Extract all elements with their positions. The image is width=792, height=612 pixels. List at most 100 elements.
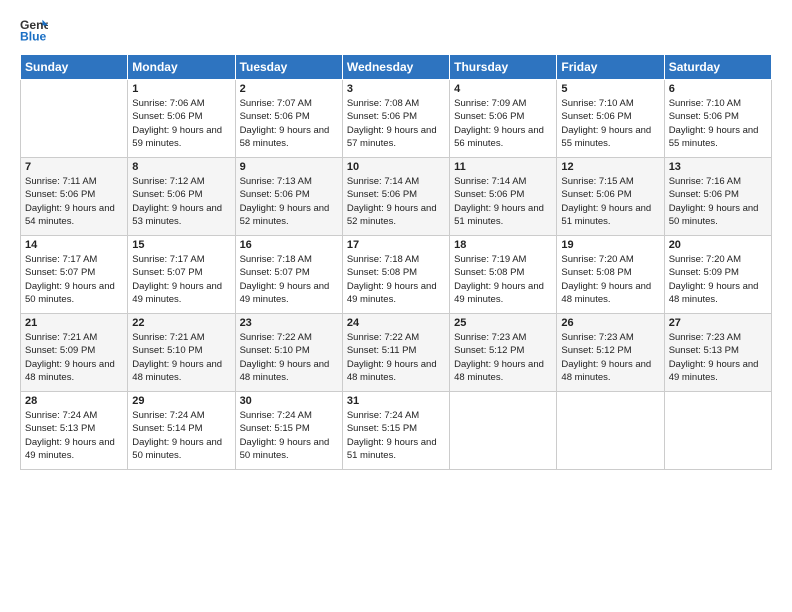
sunrise-text: Sunrise: 7:21 AM xyxy=(132,331,230,344)
sunrise-text: Sunrise: 7:23 AM xyxy=(669,331,767,344)
sunrise-text: Sunrise: 7:23 AM xyxy=(454,331,552,344)
daylight-text: Daylight: 9 hours and 52 minutes. xyxy=(347,202,445,229)
daylight-text: Daylight: 9 hours and 55 minutes. xyxy=(561,124,659,151)
daylight-text: Daylight: 9 hours and 57 minutes. xyxy=(347,124,445,151)
daylight-text: Daylight: 9 hours and 48 minutes. xyxy=(561,280,659,307)
day-number: 24 xyxy=(347,317,445,329)
daylight-text: Daylight: 9 hours and 48 minutes. xyxy=(454,358,552,385)
day-number: 23 xyxy=(240,317,338,329)
daylight-text: Daylight: 9 hours and 49 minutes. xyxy=(240,280,338,307)
day-number: 26 xyxy=(561,317,659,329)
day-number: 6 xyxy=(669,83,767,95)
sunrise-text: Sunrise: 7:24 AM xyxy=(25,409,123,422)
calendar-cell: 24 Sunrise: 7:22 AM Sunset: 5:11 PM Dayl… xyxy=(342,314,449,392)
day-number: 1 xyxy=(132,83,230,95)
calendar-cell: 12 Sunrise: 7:15 AM Sunset: 5:06 PM Dayl… xyxy=(557,158,664,236)
sunset-text: Sunset: 5:06 PM xyxy=(132,188,230,201)
daylight-text: Daylight: 9 hours and 50 minutes. xyxy=(669,202,767,229)
daylight-text: Daylight: 9 hours and 48 minutes. xyxy=(240,358,338,385)
week-row-3: 14 Sunrise: 7:17 AM Sunset: 5:07 PM Dayl… xyxy=(21,236,772,314)
sunset-text: Sunset: 5:07 PM xyxy=(132,266,230,279)
daylight-text: Daylight: 9 hours and 48 minutes. xyxy=(25,358,123,385)
daylight-text: Daylight: 9 hours and 51 minutes. xyxy=(347,436,445,463)
daylight-text: Daylight: 9 hours and 51 minutes. xyxy=(561,202,659,229)
sunrise-text: Sunrise: 7:24 AM xyxy=(347,409,445,422)
logo: General Blue xyxy=(20,16,52,44)
daylight-text: Daylight: 9 hours and 48 minutes. xyxy=(347,358,445,385)
sunset-text: Sunset: 5:06 PM xyxy=(669,188,767,201)
calendar-cell: 3 Sunrise: 7:08 AM Sunset: 5:06 PM Dayli… xyxy=(342,80,449,158)
header-sunday: Sunday xyxy=(21,55,128,80)
header-wednesday: Wednesday xyxy=(342,55,449,80)
sunset-text: Sunset: 5:07 PM xyxy=(240,266,338,279)
page: General Blue SundayMondayTuesdayWednesda… xyxy=(0,0,792,612)
sunrise-text: Sunrise: 7:19 AM xyxy=(454,253,552,266)
sunrise-text: Sunrise: 7:09 AM xyxy=(454,97,552,110)
sunrise-text: Sunrise: 7:20 AM xyxy=(669,253,767,266)
day-number: 15 xyxy=(132,239,230,251)
header-monday: Monday xyxy=(128,55,235,80)
daylight-text: Daylight: 9 hours and 49 minutes. xyxy=(347,280,445,307)
daylight-text: Daylight: 9 hours and 59 minutes. xyxy=(132,124,230,151)
calendar-cell xyxy=(450,392,557,470)
day-number: 5 xyxy=(561,83,659,95)
daylight-text: Daylight: 9 hours and 50 minutes. xyxy=(240,436,338,463)
sunrise-text: Sunrise: 7:14 AM xyxy=(347,175,445,188)
day-number: 25 xyxy=(454,317,552,329)
calendar-cell: 8 Sunrise: 7:12 AM Sunset: 5:06 PM Dayli… xyxy=(128,158,235,236)
calendar-cell: 17 Sunrise: 7:18 AM Sunset: 5:08 PM Dayl… xyxy=(342,236,449,314)
calendar-cell xyxy=(557,392,664,470)
daylight-text: Daylight: 9 hours and 56 minutes. xyxy=(454,124,552,151)
header-saturday: Saturday xyxy=(664,55,771,80)
calendar-cell: 28 Sunrise: 7:24 AM Sunset: 5:13 PM Dayl… xyxy=(21,392,128,470)
day-number: 7 xyxy=(25,161,123,173)
sunrise-text: Sunrise: 7:18 AM xyxy=(347,253,445,266)
day-number: 22 xyxy=(132,317,230,329)
sunset-text: Sunset: 5:13 PM xyxy=(669,344,767,357)
calendar-cell: 4 Sunrise: 7:09 AM Sunset: 5:06 PM Dayli… xyxy=(450,80,557,158)
day-number: 8 xyxy=(132,161,230,173)
daylight-text: Daylight: 9 hours and 48 minutes. xyxy=(669,280,767,307)
calendar-cell: 19 Sunrise: 7:20 AM Sunset: 5:08 PM Dayl… xyxy=(557,236,664,314)
header-friday: Friday xyxy=(557,55,664,80)
sunset-text: Sunset: 5:10 PM xyxy=(132,344,230,357)
sunrise-text: Sunrise: 7:15 AM xyxy=(561,175,659,188)
sunset-text: Sunset: 5:07 PM xyxy=(25,266,123,279)
daylight-text: Daylight: 9 hours and 53 minutes. xyxy=(132,202,230,229)
sunset-text: Sunset: 5:06 PM xyxy=(454,110,552,123)
calendar-cell: 1 Sunrise: 7:06 AM Sunset: 5:06 PM Dayli… xyxy=(128,80,235,158)
day-number: 29 xyxy=(132,395,230,407)
sunset-text: Sunset: 5:13 PM xyxy=(25,422,123,435)
daylight-text: Daylight: 9 hours and 49 minutes. xyxy=(25,436,123,463)
day-number: 14 xyxy=(25,239,123,251)
day-number: 30 xyxy=(240,395,338,407)
calendar-cell: 13 Sunrise: 7:16 AM Sunset: 5:06 PM Dayl… xyxy=(664,158,771,236)
calendar-cell: 2 Sunrise: 7:07 AM Sunset: 5:06 PM Dayli… xyxy=(235,80,342,158)
calendar-cell: 31 Sunrise: 7:24 AM Sunset: 5:15 PM Dayl… xyxy=(342,392,449,470)
sunset-text: Sunset: 5:08 PM xyxy=(454,266,552,279)
day-number: 2 xyxy=(240,83,338,95)
sunset-text: Sunset: 5:10 PM xyxy=(240,344,338,357)
svg-text:Blue: Blue xyxy=(20,29,47,43)
calendar-cell: 26 Sunrise: 7:23 AM Sunset: 5:12 PM Dayl… xyxy=(557,314,664,392)
calendar-cell xyxy=(21,80,128,158)
calendar-cell: 20 Sunrise: 7:20 AM Sunset: 5:09 PM Dayl… xyxy=(664,236,771,314)
daylight-text: Daylight: 9 hours and 55 minutes. xyxy=(669,124,767,151)
sunrise-text: Sunrise: 7:18 AM xyxy=(240,253,338,266)
sunrise-text: Sunrise: 7:10 AM xyxy=(669,97,767,110)
week-row-2: 7 Sunrise: 7:11 AM Sunset: 5:06 PM Dayli… xyxy=(21,158,772,236)
sunset-text: Sunset: 5:06 PM xyxy=(132,110,230,123)
calendar-header-row: SundayMondayTuesdayWednesdayThursdayFrid… xyxy=(21,55,772,80)
sunrise-text: Sunrise: 7:08 AM xyxy=(347,97,445,110)
sunrise-text: Sunrise: 7:13 AM xyxy=(240,175,338,188)
sunset-text: Sunset: 5:12 PM xyxy=(561,344,659,357)
day-number: 10 xyxy=(347,161,445,173)
calendar-cell: 11 Sunrise: 7:14 AM Sunset: 5:06 PM Dayl… xyxy=(450,158,557,236)
daylight-text: Daylight: 9 hours and 49 minutes. xyxy=(454,280,552,307)
day-number: 16 xyxy=(240,239,338,251)
logo-icon: General Blue xyxy=(20,16,48,44)
day-number: 19 xyxy=(561,239,659,251)
sunset-text: Sunset: 5:14 PM xyxy=(132,422,230,435)
daylight-text: Daylight: 9 hours and 50 minutes. xyxy=(25,280,123,307)
daylight-text: Daylight: 9 hours and 50 minutes. xyxy=(132,436,230,463)
